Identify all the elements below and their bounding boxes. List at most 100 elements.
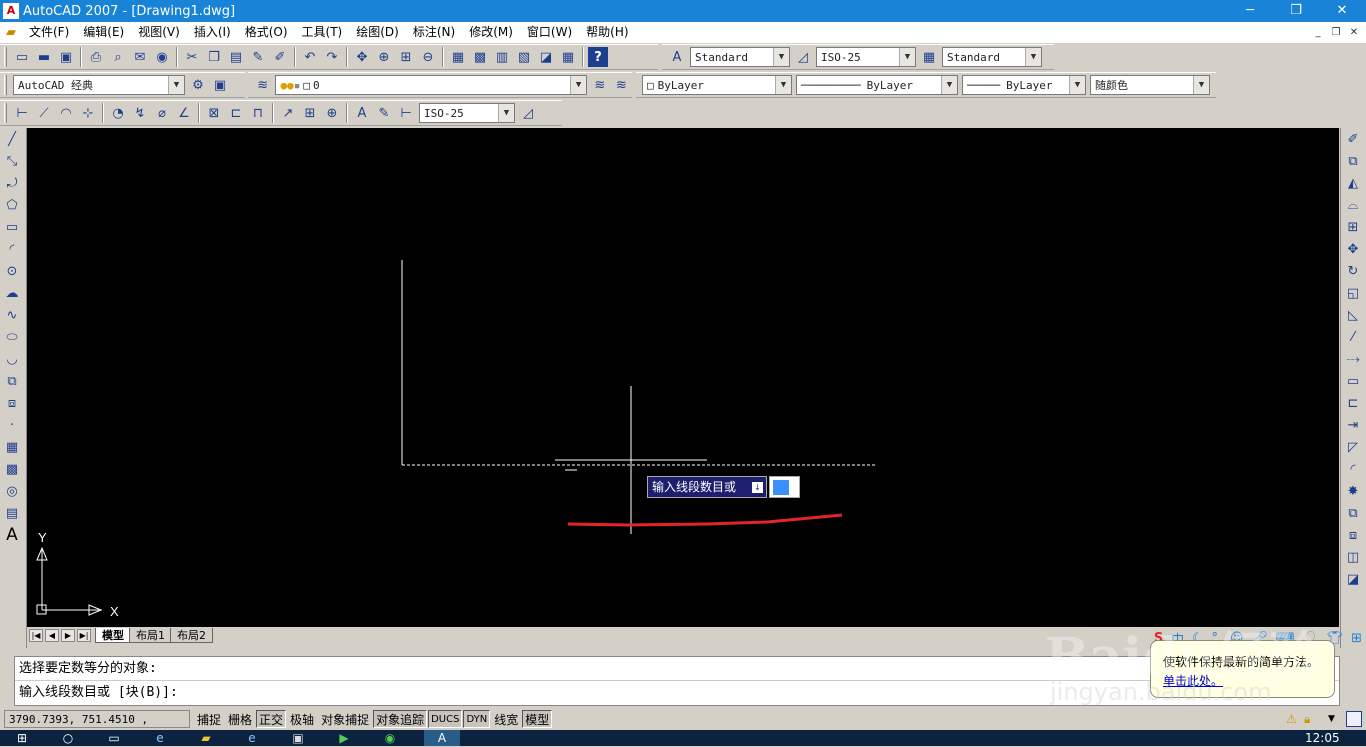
region-icon[interactable]: ◎: [0, 480, 24, 502]
construction-line-icon[interactable]: ⤡: [0, 150, 24, 172]
make-current-layer-icon[interactable]: ≋: [590, 75, 609, 95]
last-tab-icon[interactable]: ▶|: [77, 628, 91, 642]
break-icon[interactable]: ⊏: [1341, 392, 1365, 414]
workspace-select[interactable]: AutoCAD 经典 ▼: [13, 75, 185, 95]
draworder-front-icon[interactable]: ⧉: [1341, 502, 1365, 524]
dim-style-select[interactable]: ISO-25 ▼: [816, 47, 916, 67]
lock-icon[interactable]: 🔒︎: [1304, 712, 1310, 727]
polar-toggle[interactable]: 极轴: [287, 710, 317, 728]
make-block-icon[interactable]: ⧈: [0, 392, 24, 414]
plot-icon[interactable]: ⎙: [86, 47, 106, 67]
ellipse-arc-icon[interactable]: ◡: [0, 348, 24, 370]
stretch-icon[interactable]: ◺: [1341, 304, 1365, 326]
next-tab-icon[interactable]: ▶: [61, 628, 75, 642]
gradient-icon[interactable]: ▩: [0, 458, 24, 480]
paste-icon[interactable]: ▤: [226, 47, 246, 67]
offset-icon[interactable]: ⌓: [1341, 194, 1365, 216]
tab-layout2[interactable]: 布局2: [170, 627, 213, 643]
insert-block-icon[interactable]: ⧉: [0, 370, 24, 392]
ie-icon[interactable]: e: [240, 730, 264, 746]
continue-dim-icon[interactable]: ⊓: [248, 103, 268, 123]
tab-model[interactable]: 模型: [95, 627, 131, 643]
ordinate-dim-icon[interactable]: ⊹: [78, 103, 98, 123]
zoom-window-icon[interactable]: ⊞: [396, 47, 416, 67]
new-icon[interactable]: ▭: [12, 47, 32, 67]
dim-edit-icon[interactable]: A: [352, 103, 372, 123]
save-icon[interactable]: ▣: [56, 47, 76, 67]
dropdown-arrow-icon[interactable]: ▼: [570, 76, 587, 94]
menu-help[interactable]: 帮助(H): [579, 22, 635, 43]
file-explorer-icon[interactable]: ▰: [194, 730, 218, 746]
draworder-above-icon[interactable]: ◫: [1341, 546, 1365, 568]
polygon-icon[interactable]: ⬠: [0, 194, 24, 216]
extend-icon[interactable]: ⤏: [1341, 348, 1365, 370]
move-icon[interactable]: ✥: [1341, 238, 1365, 260]
preview-icon[interactable]: ⌕: [108, 47, 128, 67]
text-style-select[interactable]: Standard ▼: [690, 47, 790, 67]
menu-window[interactable]: 窗口(W): [520, 22, 579, 43]
calculator-icon[interactable]: ▦: [558, 47, 578, 67]
3d-dwf-icon[interactable]: ◉: [152, 47, 172, 67]
360-icon[interactable]: ◉: [378, 730, 402, 746]
prev-tab-icon[interactable]: ◀: [45, 628, 59, 642]
dropdown-arrow-icon[interactable]: ▼: [775, 76, 791, 94]
menu-view[interactable]: 视图(V): [131, 22, 187, 43]
spline-icon[interactable]: ∿: [0, 304, 24, 326]
tool-palettes-icon[interactable]: ▥: [492, 47, 512, 67]
radius-dim-icon[interactable]: ◔: [108, 103, 128, 123]
first-tab-icon[interactable]: |◀: [29, 628, 43, 642]
status-menu-arrow-icon[interactable]: ▼: [1328, 714, 1335, 724]
otrack-toggle[interactable]: 对象追踪: [373, 710, 428, 728]
close-button[interactable]: ✕: [1319, 0, 1365, 22]
jogged-dim-icon[interactable]: ↯: [130, 103, 150, 123]
draworder-back-icon[interactable]: ⧈: [1341, 524, 1365, 546]
baseline-dim-icon[interactable]: ⊏: [226, 103, 246, 123]
menu-format[interactable]: 格式(O): [238, 22, 295, 43]
dim-style-manager-icon[interactable]: ◿: [518, 103, 538, 123]
ducs-toggle[interactable]: DUCS: [428, 710, 463, 728]
revision-cloud-icon[interactable]: ☁: [0, 282, 24, 304]
properties-icon[interactable]: ▦: [448, 47, 468, 67]
app-icon[interactable]: ▶: [332, 730, 356, 746]
dropdown-arrow-icon[interactable]: ▼: [168, 76, 184, 94]
zoom-realtime-icon[interactable]: ⊕: [374, 47, 394, 67]
line-icon[interactable]: ╱: [0, 128, 24, 150]
menu-modify[interactable]: 修改(M): [462, 22, 520, 43]
table-icon[interactable]: ▤: [0, 502, 24, 524]
copy-icon[interactable]: ❐: [204, 47, 224, 67]
fillet-icon[interactable]: ◜: [1341, 458, 1365, 480]
arc-length-icon[interactable]: ◠: [56, 103, 76, 123]
zoom-previous-icon[interactable]: ⊖: [418, 47, 438, 67]
layer-manager-icon[interactable]: ≋: [253, 75, 272, 95]
break-at-point-icon[interactable]: ▭: [1341, 370, 1365, 392]
store-icon[interactable]: ▣: [286, 730, 310, 746]
publish-icon[interactable]: ✉: [130, 47, 150, 67]
grid-menu-icon[interactable]: ⊞: [1351, 631, 1362, 646]
layer-previous-icon[interactable]: ≋: [612, 75, 631, 95]
autocad-task-icon[interactable]: A: [424, 730, 460, 746]
draworder-under-icon[interactable]: ◪: [1341, 568, 1365, 590]
aligned-dim-icon[interactable]: ⟋: [34, 103, 54, 123]
dropdown-arrow-icon[interactable]: ▼: [941, 76, 957, 94]
dropdown-arrow-icon[interactable]: ▼: [1025, 48, 1041, 66]
table-style-icon[interactable]: ▦: [919, 47, 939, 67]
workspace-save-icon[interactable]: ▣: [210, 75, 230, 95]
search-icon[interactable]: ○: [56, 730, 80, 746]
text-style-icon[interactable]: A: [667, 47, 687, 67]
table-style-select[interactable]: Standard ▼: [942, 47, 1042, 67]
dim-style-icon[interactable]: ◿: [793, 47, 813, 67]
coordinate-readout[interactable]: 3790.7393, 751.4510 , 0.0000: [4, 710, 190, 744]
linear-dim-icon[interactable]: ⊢: [12, 103, 32, 123]
menu-draw[interactable]: 绘图(D): [349, 22, 406, 43]
tolerance-icon[interactable]: ⊞: [300, 103, 320, 123]
arc-icon[interactable]: ◜: [0, 238, 24, 260]
dropdown-arrow-icon[interactable]: ▼: [773, 48, 789, 66]
chamfer-icon[interactable]: ◸: [1341, 436, 1365, 458]
array-icon[interactable]: ⊞: [1341, 216, 1365, 238]
menu-file[interactable]: 文件(F): [22, 22, 76, 43]
dynamic-input-field[interactable]: [769, 476, 800, 498]
redo-icon[interactable]: ↷: [322, 47, 342, 67]
browser-icon[interactable]: e: [148, 730, 172, 746]
tab-layout1[interactable]: 布局1: [129, 627, 172, 643]
clean-screen-icon[interactable]: [1346, 711, 1362, 727]
